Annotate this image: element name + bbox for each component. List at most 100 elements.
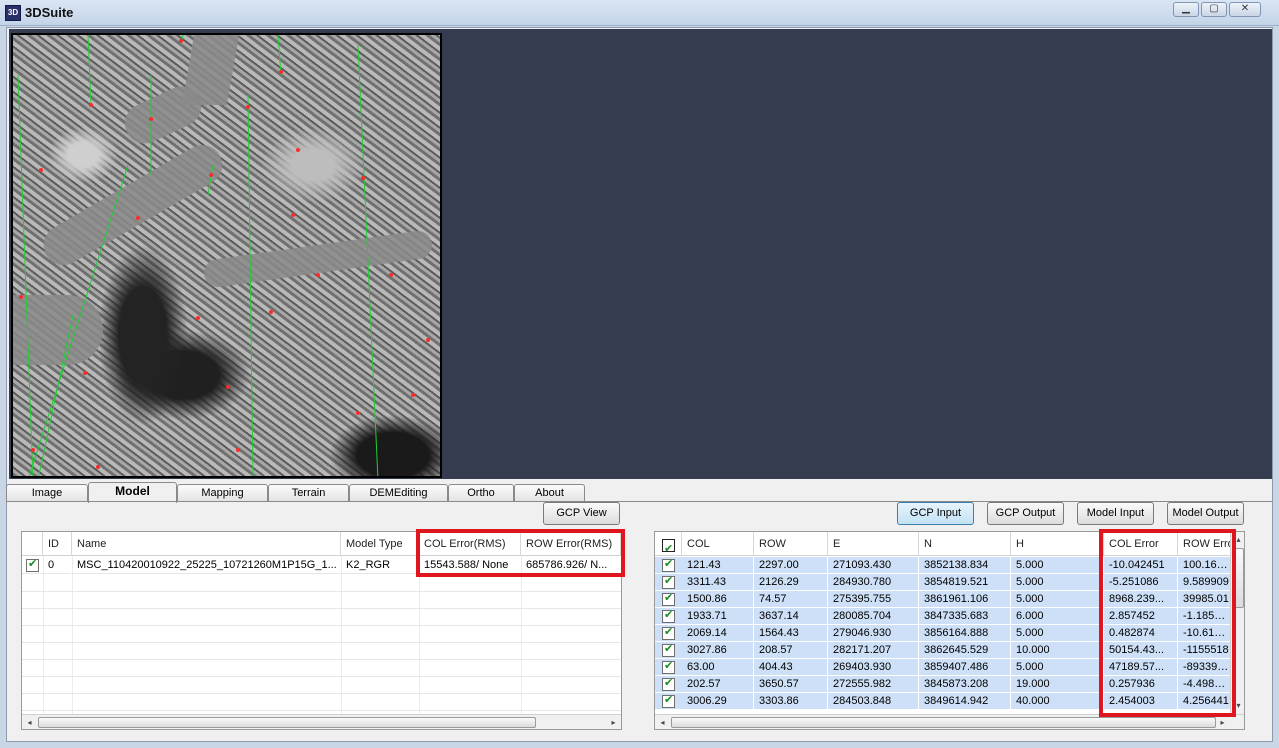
table-row[interactable]: 63.00 404.43 269403.930 3859407.486 5.00… (655, 659, 1231, 676)
row-checkbox[interactable] (662, 591, 675, 606)
row-checkbox[interactable] (662, 625, 675, 640)
close-button[interactable]: ✕ (1229, 2, 1261, 17)
select-all-checkbox[interactable] (662, 537, 675, 556)
col-error-column-header[interactable]: COL Error (1104, 532, 1178, 556)
scroll-left-arrow[interactable]: ◂ (655, 715, 670, 729)
gcp-col-error: 0.482874 (1104, 625, 1178, 642)
gcp-input-button[interactable]: GCP Input (897, 502, 974, 525)
gcp-col: 63.00 (682, 659, 754, 676)
table-row[interactable]: 1500.86 74.57 275395.755 3861961.106 5.0… (655, 591, 1231, 608)
gcp-table: COL ROW E N H COL Error ROW Error 121.43… (654, 531, 1245, 730)
gcp-e: 284503.848 (828, 693, 919, 710)
col-error-rms-column-header[interactable]: COL Error(RMS) (419, 532, 521, 556)
table-row[interactable]: 121.43 2297.00 271093.430 3852138.834 5.… (655, 557, 1231, 574)
row-checkbox[interactable] (662, 557, 675, 572)
gcp-row-error: -10.61718 (1178, 625, 1231, 642)
scroll-right-arrow[interactable]: ▸ (606, 715, 621, 729)
h-column-header[interactable]: H (1011, 532, 1104, 556)
col-column-header[interactable]: COL (682, 532, 754, 556)
tab-ortho[interactable]: Ortho (448, 484, 514, 502)
gcp-table-vscroll[interactable]: ▴ ▾ (1230, 532, 1244, 714)
table-row[interactable]: 1933.71 3637.14 280085.704 3847335.683 6… (655, 608, 1231, 625)
gcp-row-error: 4.256441 (1178, 693, 1231, 710)
gcp-row-error: -4.498236 (1178, 676, 1231, 693)
model-table-header: ID Name Model Type COL Error(RMS) ROW Er… (22, 532, 621, 556)
scroll-up-arrow[interactable]: ▴ (1231, 532, 1244, 547)
row-checkbox[interactable] (662, 574, 675, 589)
tab-terrain[interactable]: Terrain (268, 484, 349, 502)
row-error-rms-column-header[interactable]: ROW Error(RMS) (521, 532, 621, 556)
model-row-error: 685786.926/ N... (521, 557, 621, 574)
gcp-view-button[interactable]: GCP View (543, 502, 620, 525)
model-type-column-header[interactable]: Model Type (341, 532, 419, 556)
table-row[interactable]: 3027.86 208.57 282171.207 3862645.529 10… (655, 642, 1231, 659)
gcp-col: 1933.71 (682, 608, 754, 625)
row-checkbox[interactable] (662, 642, 675, 657)
select-all-header[interactable] (655, 532, 682, 556)
e-column-header[interactable]: E (828, 532, 919, 556)
select-column-header[interactable] (22, 532, 43, 556)
n-column-header[interactable]: N (919, 532, 1011, 556)
name-column-header[interactable]: Name (72, 532, 341, 556)
gcp-col-error: -5.251086 (1104, 574, 1178, 591)
scroll-thumb[interactable] (38, 717, 536, 728)
model-table-hscroll[interactable]: ◂ ▸ (22, 714, 621, 729)
gcp-h: 5.000 (1011, 659, 1104, 676)
gcp-table-hscroll[interactable]: ◂ ▸ (655, 714, 1244, 729)
id-column-header[interactable]: ID (43, 532, 72, 556)
scroll-down-arrow[interactable]: ▾ (1231, 698, 1244, 713)
scroll-left-arrow[interactable]: ◂ (22, 715, 37, 729)
title-bar: 3D 3DSuite ▁ ▢ ✕ (0, 0, 1279, 26)
model-output-button[interactable]: Model Output (1167, 502, 1244, 525)
gcp-h: 5.000 (1011, 591, 1104, 608)
table-row[interactable]: 3006.29 3303.86 284503.848 3849614.942 4… (655, 693, 1231, 710)
gcp-n: 3847335.683 (919, 608, 1011, 625)
gcp-h: 5.000 (1011, 625, 1104, 642)
gcp-col: 2069.14 (682, 625, 754, 642)
row-error-column-header[interactable]: ROW Error (1178, 532, 1231, 556)
gcp-col-error: 50154.43... (1104, 642, 1178, 659)
gcp-col: 121.43 (682, 557, 754, 574)
table-row[interactable]: 0 MSC_110420010922_25225_10721260M1P15G_… (22, 557, 621, 574)
tab-demediting[interactable]: DEMEditing (349, 484, 448, 502)
window-title: 3DSuite (25, 5, 74, 20)
model-input-button[interactable]: Model Input (1077, 502, 1154, 525)
model-type: K2_RGR (341, 557, 419, 574)
row-column-header[interactable]: ROW (754, 532, 828, 556)
scroll-thumb[interactable] (671, 717, 1216, 728)
gcp-row: 3650.57 (754, 676, 828, 693)
gcp-e: 284930.780 (828, 574, 919, 591)
gcp-col-error: 2.454003 (1104, 693, 1178, 710)
row-checkbox[interactable] (26, 557, 39, 572)
gcp-col: 3006.29 (682, 693, 754, 710)
gcp-col-error: 0.257936 (1104, 676, 1178, 693)
gcp-output-button[interactable]: GCP Output (987, 502, 1064, 525)
tab-model[interactable]: Model (88, 482, 177, 503)
gcp-h: 5.000 (1011, 574, 1104, 591)
gcp-col: 3027.86 (682, 642, 754, 659)
model-name: MSC_110420010922_25225_10721260M1P15G_1.… (72, 557, 341, 574)
row-checkbox[interactable] (662, 659, 675, 674)
gcp-col-error: 8968.239... (1104, 591, 1178, 608)
tab-mapping[interactable]: Mapping (177, 484, 268, 502)
scroll-right-arrow[interactable]: ▸ (1215, 715, 1230, 729)
gcp-e: 275395.755 (828, 591, 919, 608)
table-row[interactable]: 2069.14 1564.43 279046.930 3856164.888 5… (655, 625, 1231, 642)
table-row[interactable]: 3311.43 2126.29 284930.780 3854819.521 5… (655, 574, 1231, 591)
gcp-row-error: 39985.01 (1178, 591, 1231, 608)
gcp-n: 3845873.208 (919, 676, 1011, 693)
satellite-image[interactable] (11, 33, 442, 478)
table-row[interactable]: 202.57 3650.57 272555.982 3845873.208 19… (655, 676, 1231, 693)
tab-about[interactable]: About (514, 484, 585, 502)
row-checkbox[interactable] (662, 693, 675, 708)
maximize-button[interactable]: ▢ (1201, 2, 1227, 17)
gcp-h: 40.000 (1011, 693, 1104, 710)
minimize-button[interactable]: ▁ (1173, 2, 1199, 17)
row-checkbox[interactable] (662, 676, 675, 691)
gcp-row: 404.43 (754, 659, 828, 676)
gcp-n: 3856164.888 (919, 625, 1011, 642)
row-checkbox[interactable] (662, 608, 675, 623)
scroll-thumb[interactable] (1233, 548, 1244, 608)
tab-image[interactable]: Image (6, 484, 88, 502)
gcp-row-error: 100.16066 (1178, 557, 1231, 574)
